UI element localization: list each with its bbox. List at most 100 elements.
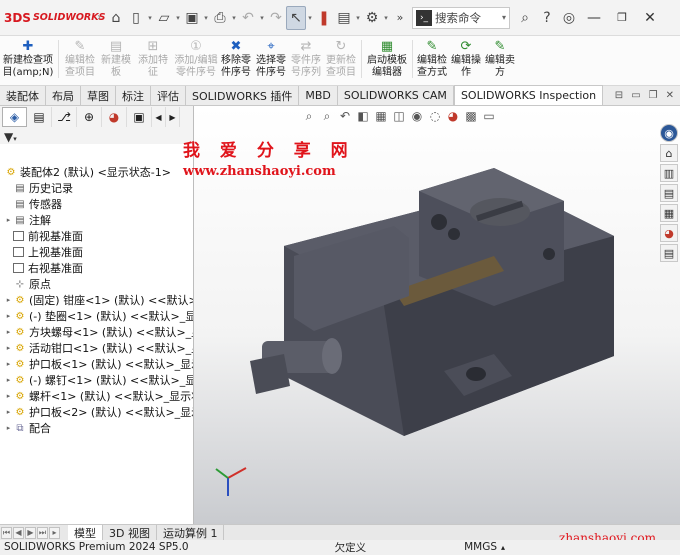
command-edit-vendor-button[interactable]: ✎ 编辑卖 方 [483,36,517,85]
tab-3[interactable]: 标注 [116,86,151,105]
close-button[interactable]: ✕ [636,10,664,26]
command-add-balloon-button[interactable]: ① 添加/编辑 零件序号 [173,36,219,85]
command-new-inspection-button[interactable]: ✚ 新建检查项 目(amp;N) [0,36,56,85]
scene-icon[interactable]: ▩ [462,109,480,123]
cam-tab-icon[interactable]: ▣ [127,107,152,127]
tree-node[interactable]: ⊹ 原点 [4,276,51,292]
command-edit-inspection-button[interactable]: ✎ 编辑检 查项目 [61,36,99,85]
appearance-icon[interactable]: ◕ [444,109,462,123]
tree-node[interactable]: ▸⚙ 螺杆<1> (默认) <<默认>_显示状态 [4,388,193,404]
tree-node[interactable]: ▤ 历史记录 [4,180,73,196]
display-manager-tab-icon[interactable]: ◕ [102,107,127,127]
expand-menu-icon[interactable]: › [92,12,106,23]
display-style-icon[interactable]: ◉ [408,109,426,123]
file-explorer-icon[interactable]: ▤ [660,184,678,202]
tab-restore-icon[interactable]: ❐ [649,90,658,101]
tree-node[interactable]: ▸⚙ (-) 垫圈<1> (默认) <<默认>_显示状 [4,308,193,324]
next-tab-icon[interactable]: ▶ [25,526,36,539]
expand-arrow-icon[interactable]: ▸ [4,328,13,336]
minimize-button[interactable]: — [580,10,608,26]
expand-arrow-icon[interactable]: ▸ [4,360,13,368]
tree-node[interactable]: ▸⚙ 活动钳口<1> (默认) <<默认>_显示 [4,340,193,356]
bottom-tab-0[interactable]: 模型 [68,524,103,541]
tab-maximize-icon[interactable]: ▭ [631,90,640,101]
zoom-to-fit-icon[interactable]: ⌕ [300,109,318,124]
tree-node[interactable]: ▸⚙ 方块螺母<1> (默认) <<默认>_显示 [4,324,193,340]
select-dropdown-icon[interactable]: ▾ [306,14,314,22]
zoom-area-icon[interactable]: ⌕ [318,109,336,124]
traffic-light-icon[interactable]: ❚ [314,6,334,30]
home-icon[interactable]: ⌂ [106,6,126,30]
tree-node[interactable]: 前视基准面 [4,228,83,244]
bottom-tab-2[interactable]: 运动算例 1 [157,524,225,541]
command-add-feature-button[interactable]: ⊞ 添加特 征 [133,36,173,85]
tab-7[interactable]: SOLIDWORKS CAM [338,86,454,105]
tab-5[interactable]: SOLIDWORKS 插件 [186,86,300,105]
tree-root[interactable]: ⚙ 装配体2 (默认) <显示状态-1> [4,164,171,180]
home-pane-icon[interactable]: ⌂ [660,144,678,162]
section-view-icon[interactable]: ◧ [354,109,372,123]
open-dropdown-icon[interactable]: ▾ [174,14,182,22]
tab-2[interactable]: 草图 [81,86,116,105]
tab-8[interactable]: SOLIDWORKS Inspection [453,85,604,105]
command-new-template-button[interactable]: ▤ 新建模 板 [99,36,133,85]
open-folder-icon[interactable]: ▱ [154,6,174,30]
configuration-manager-tab-icon[interactable]: ⎇ [52,107,77,127]
expand-arrow-icon[interactable]: ▸ [4,408,13,416]
options-gear-icon[interactable]: ⚙ [362,6,382,30]
design-library-icon[interactable]: ▥ [660,164,678,182]
search-box[interactable]: ›_ 搜索命令 ▾ [412,6,510,29]
scroll-right-icon[interactable]: ▶ [166,107,180,127]
rebuild-dropdown-icon[interactable]: ▾ [354,14,362,22]
command-balloon-sequence-button[interactable]: ⇄ 零件序 号序列 [289,36,323,85]
tree-node[interactable]: ▸ ▤ 注解 [4,212,51,228]
redo-icon[interactable]: ↷ [266,6,286,30]
options-dropdown-icon[interactable]: ▾ [382,14,390,22]
print-icon[interactable]: ⎙ [210,6,230,30]
command-template-editor-button[interactable]: ▦ 启动模板 编辑器 [364,36,410,85]
custom-properties-icon[interactable]: ▤ [660,244,678,262]
appearances-icon[interactable]: ◕ [660,224,678,242]
save-icon[interactable]: ▣ [182,6,202,30]
tree-node[interactable]: ▸⚙ (-) 螺钉<1> (默认) <<默认>_显示状 [4,372,193,388]
view-orientation-icon[interactable]: ◫ [390,109,408,123]
prev-tab-icon[interactable]: ◀ [13,526,24,539]
more-tabs-icon[interactable]: ▸ [49,526,60,539]
tab-pin-icon[interactable]: ⊟ [615,90,623,101]
collapse-icon[interactable]: » [390,6,410,30]
command-edit-method-button[interactable]: ✎ 编辑检 查方式 [415,36,449,85]
unit-dropdown-icon[interactable]: ▴ [501,543,505,552]
previous-view-icon[interactable]: ↶ [336,109,354,123]
undo-dropdown-icon[interactable]: ▾ [258,14,266,22]
expand-arrow-icon[interactable]: ▸ [4,344,13,352]
command-select-balloon-button[interactable]: ⌖ 选择零 件序号 [253,36,289,85]
expand-arrow-icon[interactable]: ▸ [4,216,13,224]
expand-arrow-icon[interactable]: ▸ [4,392,13,400]
last-tab-icon[interactable]: ⏭ [37,526,48,539]
tree-node[interactable]: 右视基准面 [4,260,83,276]
solidworks-resources-icon[interactable]: ◉ [660,124,678,142]
search-dropdown-icon[interactable]: ▾ [502,13,506,22]
scroll-left-icon[interactable]: ◀ [152,107,166,127]
new-document-icon[interactable]: ▯ [126,6,146,30]
tree-node[interactable]: ▸ ⧉ 配合 [4,420,51,436]
dimxpert-tab-icon[interactable]: ⊕ [77,107,102,127]
expand-arrow-icon[interactable]: ▸ [4,296,13,304]
tree-node[interactable]: ▸⚙ 护口板<1> (默认) <<默认>_显示状 [4,356,193,372]
view-settings-icon[interactable]: ▭ [480,109,498,123]
filter-icon[interactable]: ▼▾ [4,130,17,144]
tree-node[interactable]: 上视基准面 [4,244,83,260]
feature-tree-tab-icon[interactable]: ◈ [2,107,27,127]
save-dropdown-icon[interactable]: ▾ [202,14,210,22]
command-remove-balloon-button[interactable]: ✖ 移除零 件序号 [219,36,253,85]
tree-node[interactable]: ▤ 传感器 [4,196,62,212]
expand-arrow-icon[interactable]: ▸ [4,424,13,432]
view-palette-icon[interactable]: ▦ [660,204,678,222]
first-tab-icon[interactable]: ⏮ [1,526,12,539]
help-icon[interactable]: ? [536,10,558,26]
select-pointer-icon[interactable]: ↖ [286,5,306,30]
expand-arrow-icon[interactable]: ▸ [4,376,13,384]
tab-close-icon[interactable]: ✕ [666,90,674,101]
hide-show-icon[interactable]: ◌ [426,109,444,123]
unit-system[interactable]: MMGS [464,541,497,553]
